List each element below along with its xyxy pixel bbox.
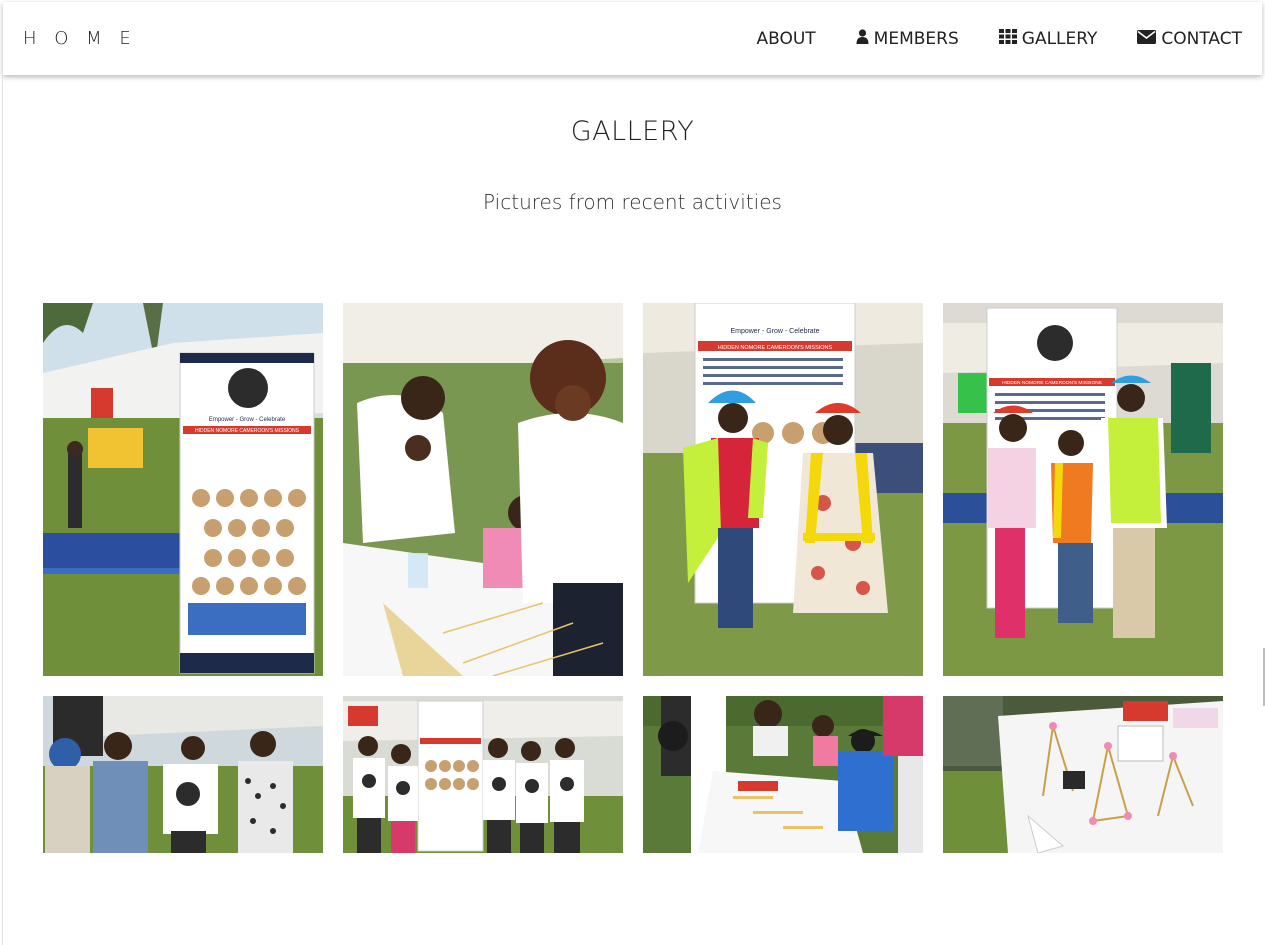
gallery-photo-8[interactable] (943, 696, 1223, 853)
photo-toothpick-structures (943, 696, 1223, 853)
gallery-photo-4[interactable]: HIDDEN NOMORE CAMEROON'S MISSIONS (943, 303, 1223, 676)
nav-members-label: MEMBERS (873, 28, 959, 49)
photo-team-by-banner (343, 696, 623, 853)
nav-links: ABOUT MEMBERS GALLERY CONTACT (756, 28, 1242, 49)
nav-gallery-label: GALLERY (1021, 28, 1098, 49)
banner-heading: HIDDEN NOMORE CAMEROON'S MISSIONS (1002, 380, 1102, 386)
nav-contact-label: CONTACT (1161, 28, 1242, 49)
nav-members-link[interactable]: MEMBERS (856, 29, 959, 49)
banner-heading: HIDDEN NOMORE CAMEROON'S MISSIONS (195, 428, 300, 434)
photo-banner-display: Empower - Grow - Celebrate HIDDEN NOMORE… (43, 303, 323, 676)
banner-heading: HIDDEN NOMORE CAMEROON'S MISSIONS (718, 345, 833, 351)
gallery-photo-2[interactable] (343, 303, 623, 676)
banner-tagline: Empower - Grow - Celebrate (730, 328, 819, 335)
page-subtitle: Pictures from recent activities (483, 190, 782, 214)
gallery-photo-7[interactable] (643, 696, 923, 853)
nav-about-link[interactable]: ABOUT (756, 29, 815, 49)
photo-volunteers-helping (343, 303, 623, 676)
top-navbar: H O M E ABOUT MEMBERS GALLERY CONTACT (3, 2, 1262, 75)
gallery-photo-1[interactable]: Empower - Grow - Celebrate HIDDEN NOMORE… (43, 303, 323, 676)
photo-gallery: Empower - Grow - Celebrate HIDDEN NOMORE… (43, 303, 1223, 853)
nav-gallery-link[interactable]: GALLERY (998, 28, 1098, 49)
photo-group-conversation (43, 696, 323, 853)
photo-children-craft-table (643, 696, 923, 853)
banner-tagline: Empower - Grow - Celebrate (209, 417, 286, 423)
user-icon (856, 28, 869, 49)
photo-three-children-safety: HIDDEN NOMORE CAMEROON'S MISSIONS (943, 303, 1223, 676)
gallery-photo-3[interactable]: Empower - Grow - Celebrate HIDDEN NOMORE… (643, 303, 923, 676)
gallery-photo-6[interactable] (343, 696, 623, 853)
gallery-photo-5[interactable] (43, 696, 323, 853)
grid-icon (998, 28, 1017, 49)
envelope-icon (1137, 29, 1157, 49)
nav-about-label: ABOUT (756, 28, 816, 49)
nav-contact-link[interactable]: CONTACT (1137, 29, 1242, 49)
brand-home-link[interactable]: H O M E (23, 28, 137, 49)
page-title: GALLERY (570, 116, 695, 147)
photo-children-hardhats: Empower - Grow - Celebrate HIDDEN NOMORE… (643, 303, 923, 676)
